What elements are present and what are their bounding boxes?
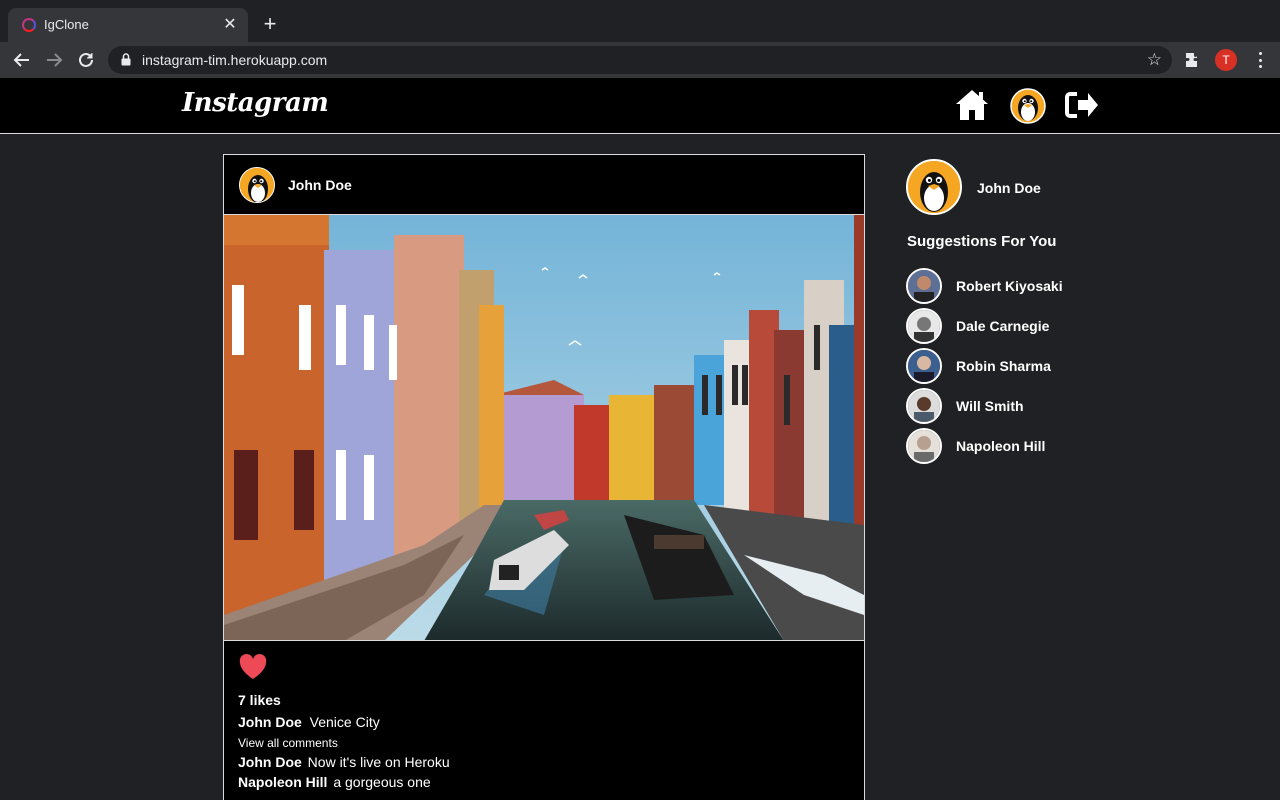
like-heart-icon[interactable] <box>238 653 268 681</box>
home-icon[interactable] <box>954 88 990 124</box>
suggestions-heading: Suggestions For You <box>907 233 1057 250</box>
forward-icon[interactable] <box>42 48 66 72</box>
suggestion-name[interactable]: Robert Kiyosaki <box>956 278 1063 294</box>
favicon-icon <box>22 18 36 32</box>
logout-icon[interactable] <box>1064 88 1100 124</box>
browser-tabstrip: IgClone ✕ + <box>0 0 1280 42</box>
suggestion-name[interactable]: Will Smith <box>956 398 1024 414</box>
profile-avatar-icon[interactable] <box>1010 88 1046 124</box>
suggestion-name[interactable]: Robin Sharma <box>956 358 1051 374</box>
caption-author[interactable]: John Doe <box>238 714 302 730</box>
reload-icon[interactable] <box>74 48 98 72</box>
tab-title: IgClone <box>44 17 89 32</box>
suggestion-item[interactable]: Napoleon Hill <box>906 428 1146 464</box>
post-author-avatar[interactable] <box>239 167 275 203</box>
view-all-comments-link[interactable]: View all comments <box>238 736 850 750</box>
chrome-profile-avatar[interactable]: T <box>1215 49 1237 71</box>
new-tab-icon[interactable]: + <box>258 12 282 36</box>
suggestion-item[interactable]: Will Smith <box>906 388 1146 424</box>
suggestion-avatar[interactable] <box>906 348 942 384</box>
url-text: instagram-tim.herokuapp.com <box>142 52 328 68</box>
browser-tab[interactable]: IgClone ✕ <box>8 8 248 42</box>
suggestion-name[interactable]: Napoleon Hill <box>956 438 1045 454</box>
caption-text: Venice City <box>309 714 380 730</box>
post-body: 7 likes John Doe Venice City View all co… <box>224 641 864 800</box>
comment-text: a gorgeous one <box>333 774 431 790</box>
address-bar[interactable]: instagram-tim.herokuapp.com ☆ <box>108 46 1172 74</box>
post-card: John Doe 7 likes John Doe Venice City Vi… <box>223 154 865 800</box>
suggestion-avatar[interactable] <box>906 428 942 464</box>
extensions-icon[interactable] <box>1181 48 1205 72</box>
close-tab-icon[interactable]: ✕ <box>220 15 240 35</box>
suggestion-avatar[interactable] <box>906 308 942 344</box>
post-image <box>224 215 864 641</box>
back-icon[interactable] <box>10 48 34 72</box>
likes-count: 7 likes <box>238 692 281 708</box>
browser-toolbar: instagram-tim.herokuapp.com ☆ T <box>0 42 1280 78</box>
post-author-name[interactable]: John Doe <box>288 177 352 193</box>
comment-author[interactable]: John Doe <box>238 754 302 770</box>
lock-icon <box>121 53 131 71</box>
comment-author[interactable]: Napoleon Hill <box>238 774 327 790</box>
suggestion-item[interactable]: Robert Kiyosaki <box>906 268 1146 304</box>
suggestion-avatar[interactable] <box>906 388 942 424</box>
suggestion-item[interactable]: Dale Carnegie <box>906 308 1146 344</box>
comment-text: Now it's live on Heroku <box>307 754 450 770</box>
current-user-name[interactable]: John Doe <box>977 180 1041 196</box>
bookmark-star-icon[interactable]: ☆ <box>1147 50 1162 70</box>
app-navbar: Instagram <box>0 78 1280 134</box>
chrome-menu-icon[interactable] <box>1256 50 1264 70</box>
comment-item: Napoleon Hill a gorgeous one <box>238 774 850 790</box>
suggestion-item[interactable]: Robin Sharma <box>906 348 1146 384</box>
instagram-logo[interactable]: Instagram <box>182 88 329 118</box>
comment-item: John Doe Now it's live on Heroku <box>238 754 850 770</box>
post-header: John Doe <box>224 155 864 215</box>
suggestion-name[interactable]: Dale Carnegie <box>956 318 1049 334</box>
post-caption: John Doe Venice City <box>238 714 850 730</box>
current-user-avatar[interactable] <box>906 159 962 215</box>
suggestion-avatar[interactable] <box>906 268 942 304</box>
